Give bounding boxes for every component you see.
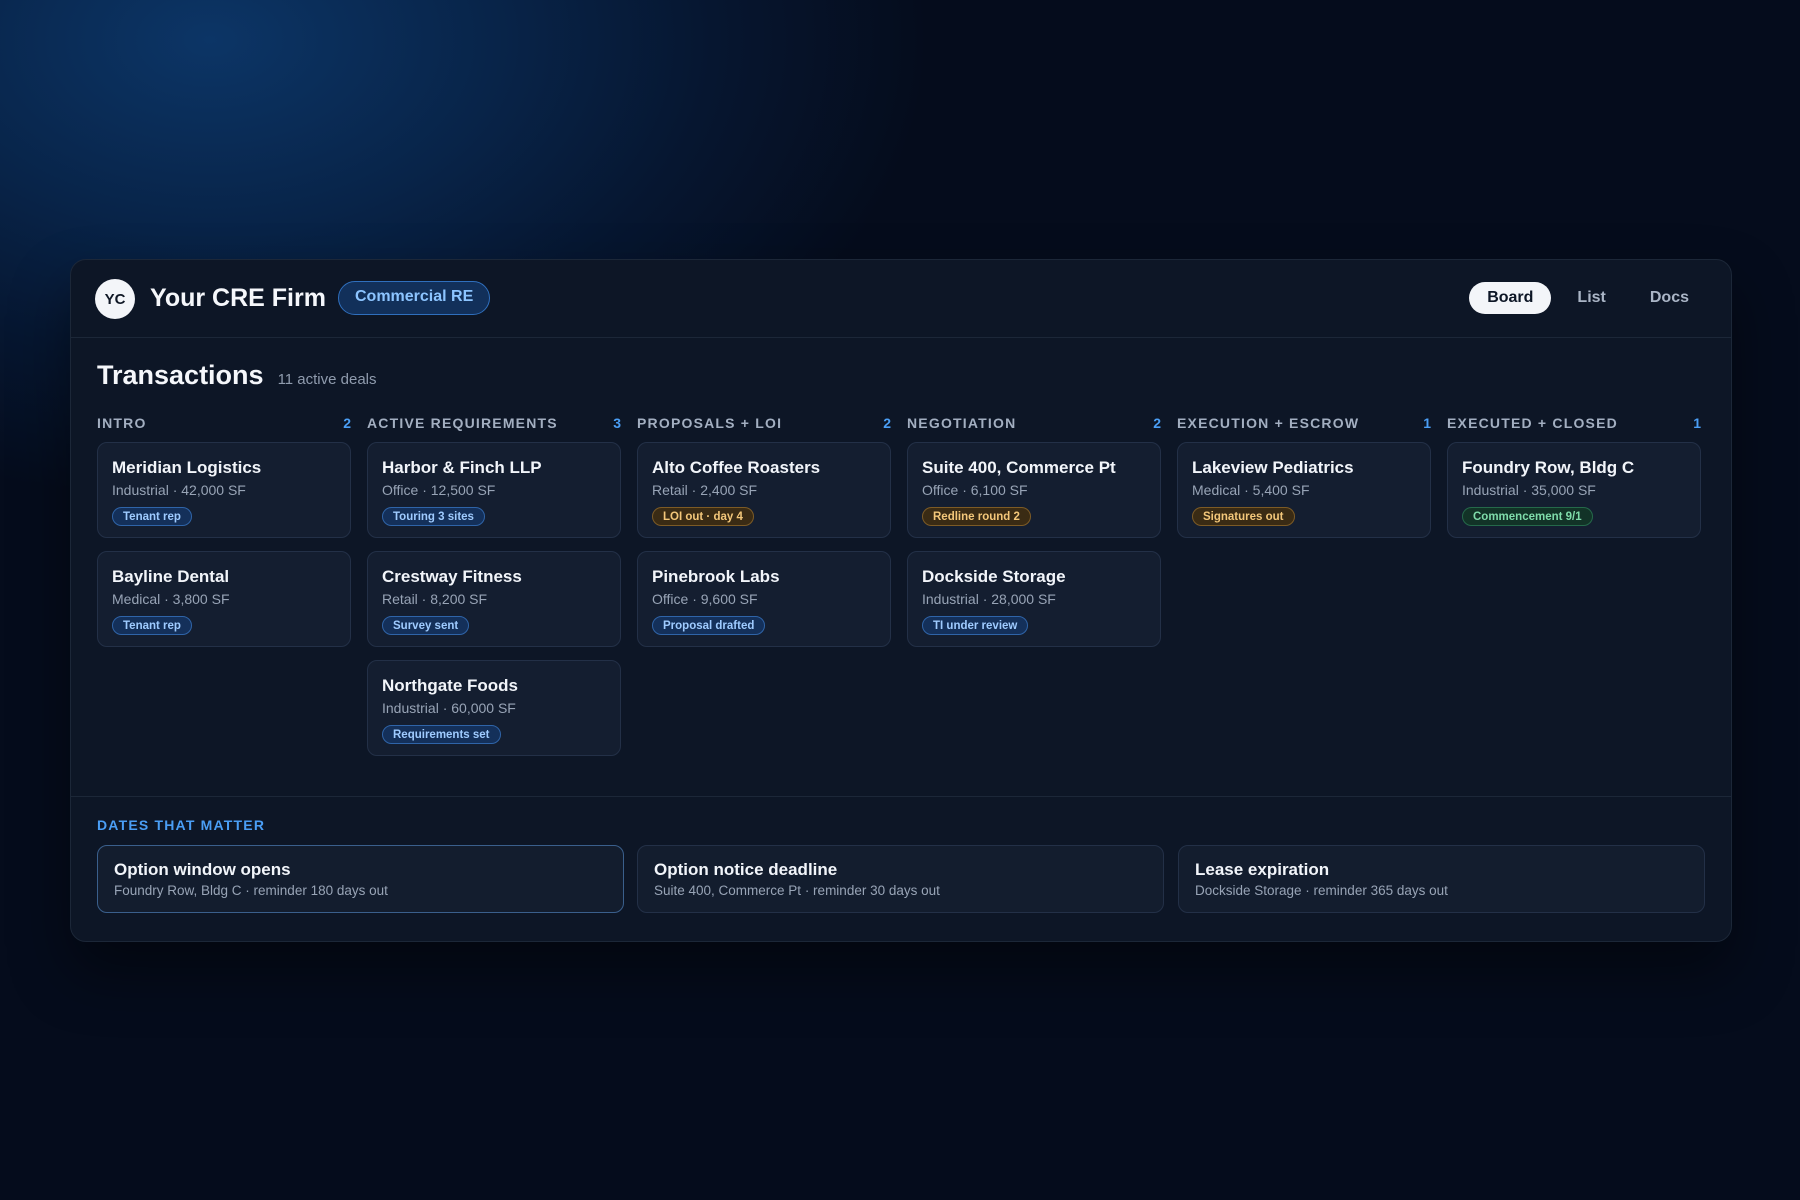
column-count: 2: [883, 415, 891, 431]
status-badge: LOI out · day 4: [652, 507, 754, 526]
status-badge: Signatures out: [1192, 507, 1295, 526]
deal-card[interactable]: Pinebrook Labs Office · 9,600 SF Proposa…: [637, 551, 891, 647]
deal-name: Crestway Fitness: [382, 567, 522, 586]
column-count: 2: [343, 415, 351, 431]
app-panel: YC Your CRE Firm Commercial RE Board Lis…: [70, 259, 1732, 942]
date-card[interactable]: Option notice deadline Suite 400, Commer…: [637, 845, 1164, 913]
deal-name: Northgate Foods: [382, 676, 518, 695]
key-dates-section: DATES THAT MATTER Option window opens Fo…: [71, 796, 1731, 941]
deal-meta: Office · 9,600 SF: [652, 591, 758, 607]
deal-name: Bayline Dental: [112, 567, 230, 586]
view-docs-button[interactable]: Docs: [1632, 282, 1707, 314]
deal-meta: Office · 12,500 SF: [382, 482, 496, 498]
status-badge: Redline round 2: [922, 507, 1031, 526]
deal-name: Meridian Logistics: [112, 458, 262, 477]
pipeline-board: INTRO 2 Meridian Logistics Industrial · …: [97, 414, 1705, 756]
column-active-requirements: ACTIVE REQUIREMENTS 3 Harbor & Finch LLP…: [367, 414, 623, 756]
deal-name: Dockside Storage: [922, 567, 1066, 586]
deal-meta: Retail · 8,200 SF: [382, 591, 488, 607]
avatar[interactable]: YC: [95, 279, 135, 319]
firm-name: Your CRE Firm: [150, 284, 326, 312]
column-title: NEGOTIATION: [907, 415, 1017, 431]
deal-card[interactable]: Meridian Logistics Industrial · 42,000 S…: [97, 442, 351, 538]
column-title: INTRO: [97, 415, 147, 431]
status-badge: Survey sent: [382, 616, 470, 635]
column-title: EXECUTION + ESCROW: [1177, 415, 1360, 431]
deal-meta: Industrial · 28,000 SF: [922, 591, 1056, 607]
date-title: Option window opens: [114, 860, 291, 879]
column-title: ACTIVE REQUIREMENTS: [367, 415, 558, 431]
top-bar: YC Your CRE Firm Commercial RE Board Lis…: [71, 260, 1731, 338]
deal-name: Suite 400, Commerce Pt: [922, 458, 1116, 477]
deal-name: Foundry Row, Bldg C: [1462, 458, 1635, 477]
date-detail: Foundry Row, Bldg C · reminder 180 days …: [114, 883, 388, 898]
status-badge: Touring 3 sites: [382, 507, 485, 526]
date-card[interactable]: Lease expiration Dockside Storage · remi…: [1178, 845, 1705, 913]
deal-name: Alto Coffee Roasters: [652, 458, 821, 477]
column-header: ACTIVE REQUIREMENTS 3: [367, 414, 623, 432]
date-detail: Suite 400, Commerce Pt · reminder 30 day…: [654, 883, 940, 898]
deal-meta: Industrial · 35,000 SF: [1462, 482, 1596, 498]
column-count: 3: [613, 415, 621, 431]
column-negotiation: NEGOTIATION 2 Suite 400, Commerce Pt Off…: [907, 414, 1163, 647]
date-detail: Dockside Storage · reminder 365 days out: [1195, 883, 1448, 898]
status-badge: Proposal drafted: [652, 616, 766, 635]
deal-name: Harbor & Finch LLP: [382, 458, 542, 477]
deal-count: 11 active deals: [277, 371, 377, 388]
deal-meta: Industrial · 42,000 SF: [112, 482, 246, 498]
column-header: EXECUTION + ESCROW 1: [1177, 414, 1433, 432]
view-board-button[interactable]: Board: [1469, 282, 1552, 314]
status-badge: Commencement 9/1: [1462, 507, 1593, 526]
column-execution-escrow: EXECUTION + ESCROW 1 Lakeview Pediatrics…: [1177, 414, 1433, 538]
deal-card[interactable]: Suite 400, Commerce Pt Office · 6,100 SF…: [907, 442, 1161, 538]
column-header: EXECUTED + CLOSED 1: [1447, 414, 1703, 432]
deal-card[interactable]: Northgate Foods Industrial · 60,000 SF R…: [367, 660, 621, 756]
deal-meta: Retail · 2,400 SF: [652, 482, 758, 498]
column-count: 2: [1153, 415, 1161, 431]
column-count: 1: [1423, 415, 1431, 431]
deal-card[interactable]: Bayline Dental Medical · 3,800 SF Tenant…: [97, 551, 351, 647]
deal-card[interactable]: Crestway Fitness Retail · 8,200 SF Surve…: [367, 551, 621, 647]
status-badge: Requirements set: [382, 725, 501, 744]
status-badge: Tenant rep: [112, 616, 192, 635]
deal-meta: Medical · 3,800 SF: [112, 591, 230, 607]
date-title: Lease expiration: [1195, 860, 1330, 879]
column-title: PROPOSALS + LOI: [637, 415, 783, 431]
view-list-button[interactable]: List: [1559, 282, 1623, 314]
status-badge: TI under review: [922, 616, 1029, 635]
deal-name: Pinebrook Labs: [652, 567, 780, 586]
deal-card[interactable]: Alto Coffee Roasters Retail · 2,400 SF L…: [637, 442, 891, 538]
view-switcher: Board List Docs: [1461, 282, 1707, 314]
column-header: NEGOTIATION 2: [907, 414, 1163, 432]
column-executed-closed: EXECUTED + CLOSED 1 Foundry Row, Bldg C …: [1447, 414, 1703, 538]
column-intro: INTRO 2 Meridian Logistics Industrial · …: [97, 414, 353, 647]
column-count: 1: [1693, 415, 1701, 431]
deal-card[interactable]: Harbor & Finch LLP Office · 12,500 SF To…: [367, 442, 621, 538]
deal-meta: Industrial · 60,000 SF: [382, 700, 516, 716]
date-card[interactable]: Option window opens Foundry Row, Bldg C …: [97, 845, 624, 913]
board-header: Transactions 11 active deals: [97, 360, 377, 391]
date-title: Option notice deadline: [654, 860, 838, 879]
page-title: Transactions: [97, 360, 264, 390]
column-proposals-loi: PROPOSALS + LOI 2 Alto Coffee Roasters R…: [637, 414, 893, 647]
deal-card[interactable]: Lakeview Pediatrics Medical · 5,400 SF S…: [1177, 442, 1431, 538]
column-header: PROPOSALS + LOI 2: [637, 414, 893, 432]
deal-card[interactable]: Foundry Row, Bldg C Industrial · 35,000 …: [1447, 442, 1701, 538]
deal-card[interactable]: Dockside Storage Industrial · 28,000 SF …: [907, 551, 1161, 647]
column-header: INTRO 2: [97, 414, 353, 432]
status-badge: Tenant rep: [112, 507, 192, 526]
column-title: EXECUTED + CLOSED: [1447, 415, 1618, 431]
segment-tag[interactable]: Commercial RE: [338, 281, 491, 315]
deal-meta: Medical · 5,400 SF: [1192, 482, 1310, 498]
deal-meta: Office · 6,100 SF: [922, 482, 1028, 498]
section-title: DATES THAT MATTER: [97, 817, 266, 833]
deal-name: Lakeview Pediatrics: [1192, 458, 1354, 477]
